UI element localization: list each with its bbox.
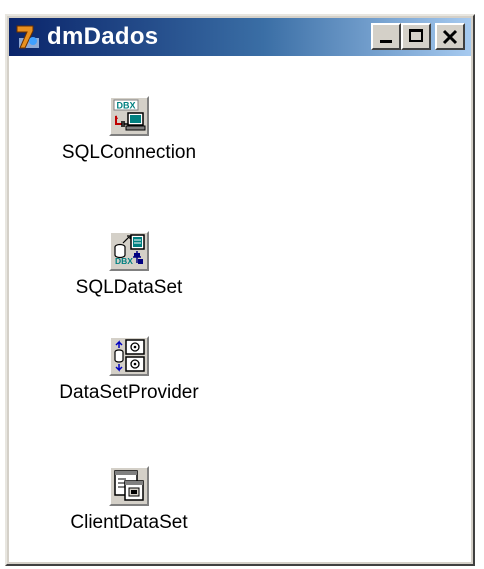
minimize-icon bbox=[380, 40, 392, 43]
window-title: dmDados bbox=[47, 23, 159, 50]
component-label: SQLDataSet bbox=[75, 277, 183, 298]
dbx-connection-icon: DBX bbox=[109, 96, 149, 136]
title-bar[interactable]: dmDados bbox=[9, 18, 471, 56]
component-label: ClientDataSet bbox=[70, 512, 188, 533]
title-buttons bbox=[371, 23, 465, 50]
component-datasetprovider[interactable]: DataSetProvider bbox=[29, 336, 229, 404]
client-dataset-icon bbox=[109, 466, 149, 506]
maximize-button[interactable] bbox=[401, 23, 431, 50]
svg-text:DBX: DBX bbox=[116, 101, 135, 111]
close-button[interactable] bbox=[435, 23, 465, 50]
close-icon bbox=[437, 25, 463, 48]
minimize-button[interactable] bbox=[371, 23, 401, 50]
dataset-provider-icon bbox=[109, 336, 149, 376]
svg-text:DBX: DBX bbox=[115, 256, 133, 266]
maximize-icon bbox=[409, 29, 423, 42]
component-sqlconnection[interactable]: DBX SQLConnection bbox=[29, 96, 229, 164]
component-clientdataset[interactable]: ClientDataSet bbox=[29, 466, 229, 534]
component-label: SQLConnection bbox=[61, 142, 197, 163]
data-module-canvas[interactable]: DBX SQLConnection DBX SQLDataSet DataSet… bbox=[9, 56, 471, 562]
data-module-window: dmDados DBX SQLConnection DBX SQLDataSet… bbox=[5, 14, 475, 566]
dbx-dataset-icon: DBX bbox=[109, 231, 149, 271]
delphi-app-icon[interactable] bbox=[13, 22, 43, 52]
component-sqldataset[interactable]: DBX SQLDataSet bbox=[29, 231, 229, 299]
component-label: DataSetProvider bbox=[59, 382, 199, 403]
